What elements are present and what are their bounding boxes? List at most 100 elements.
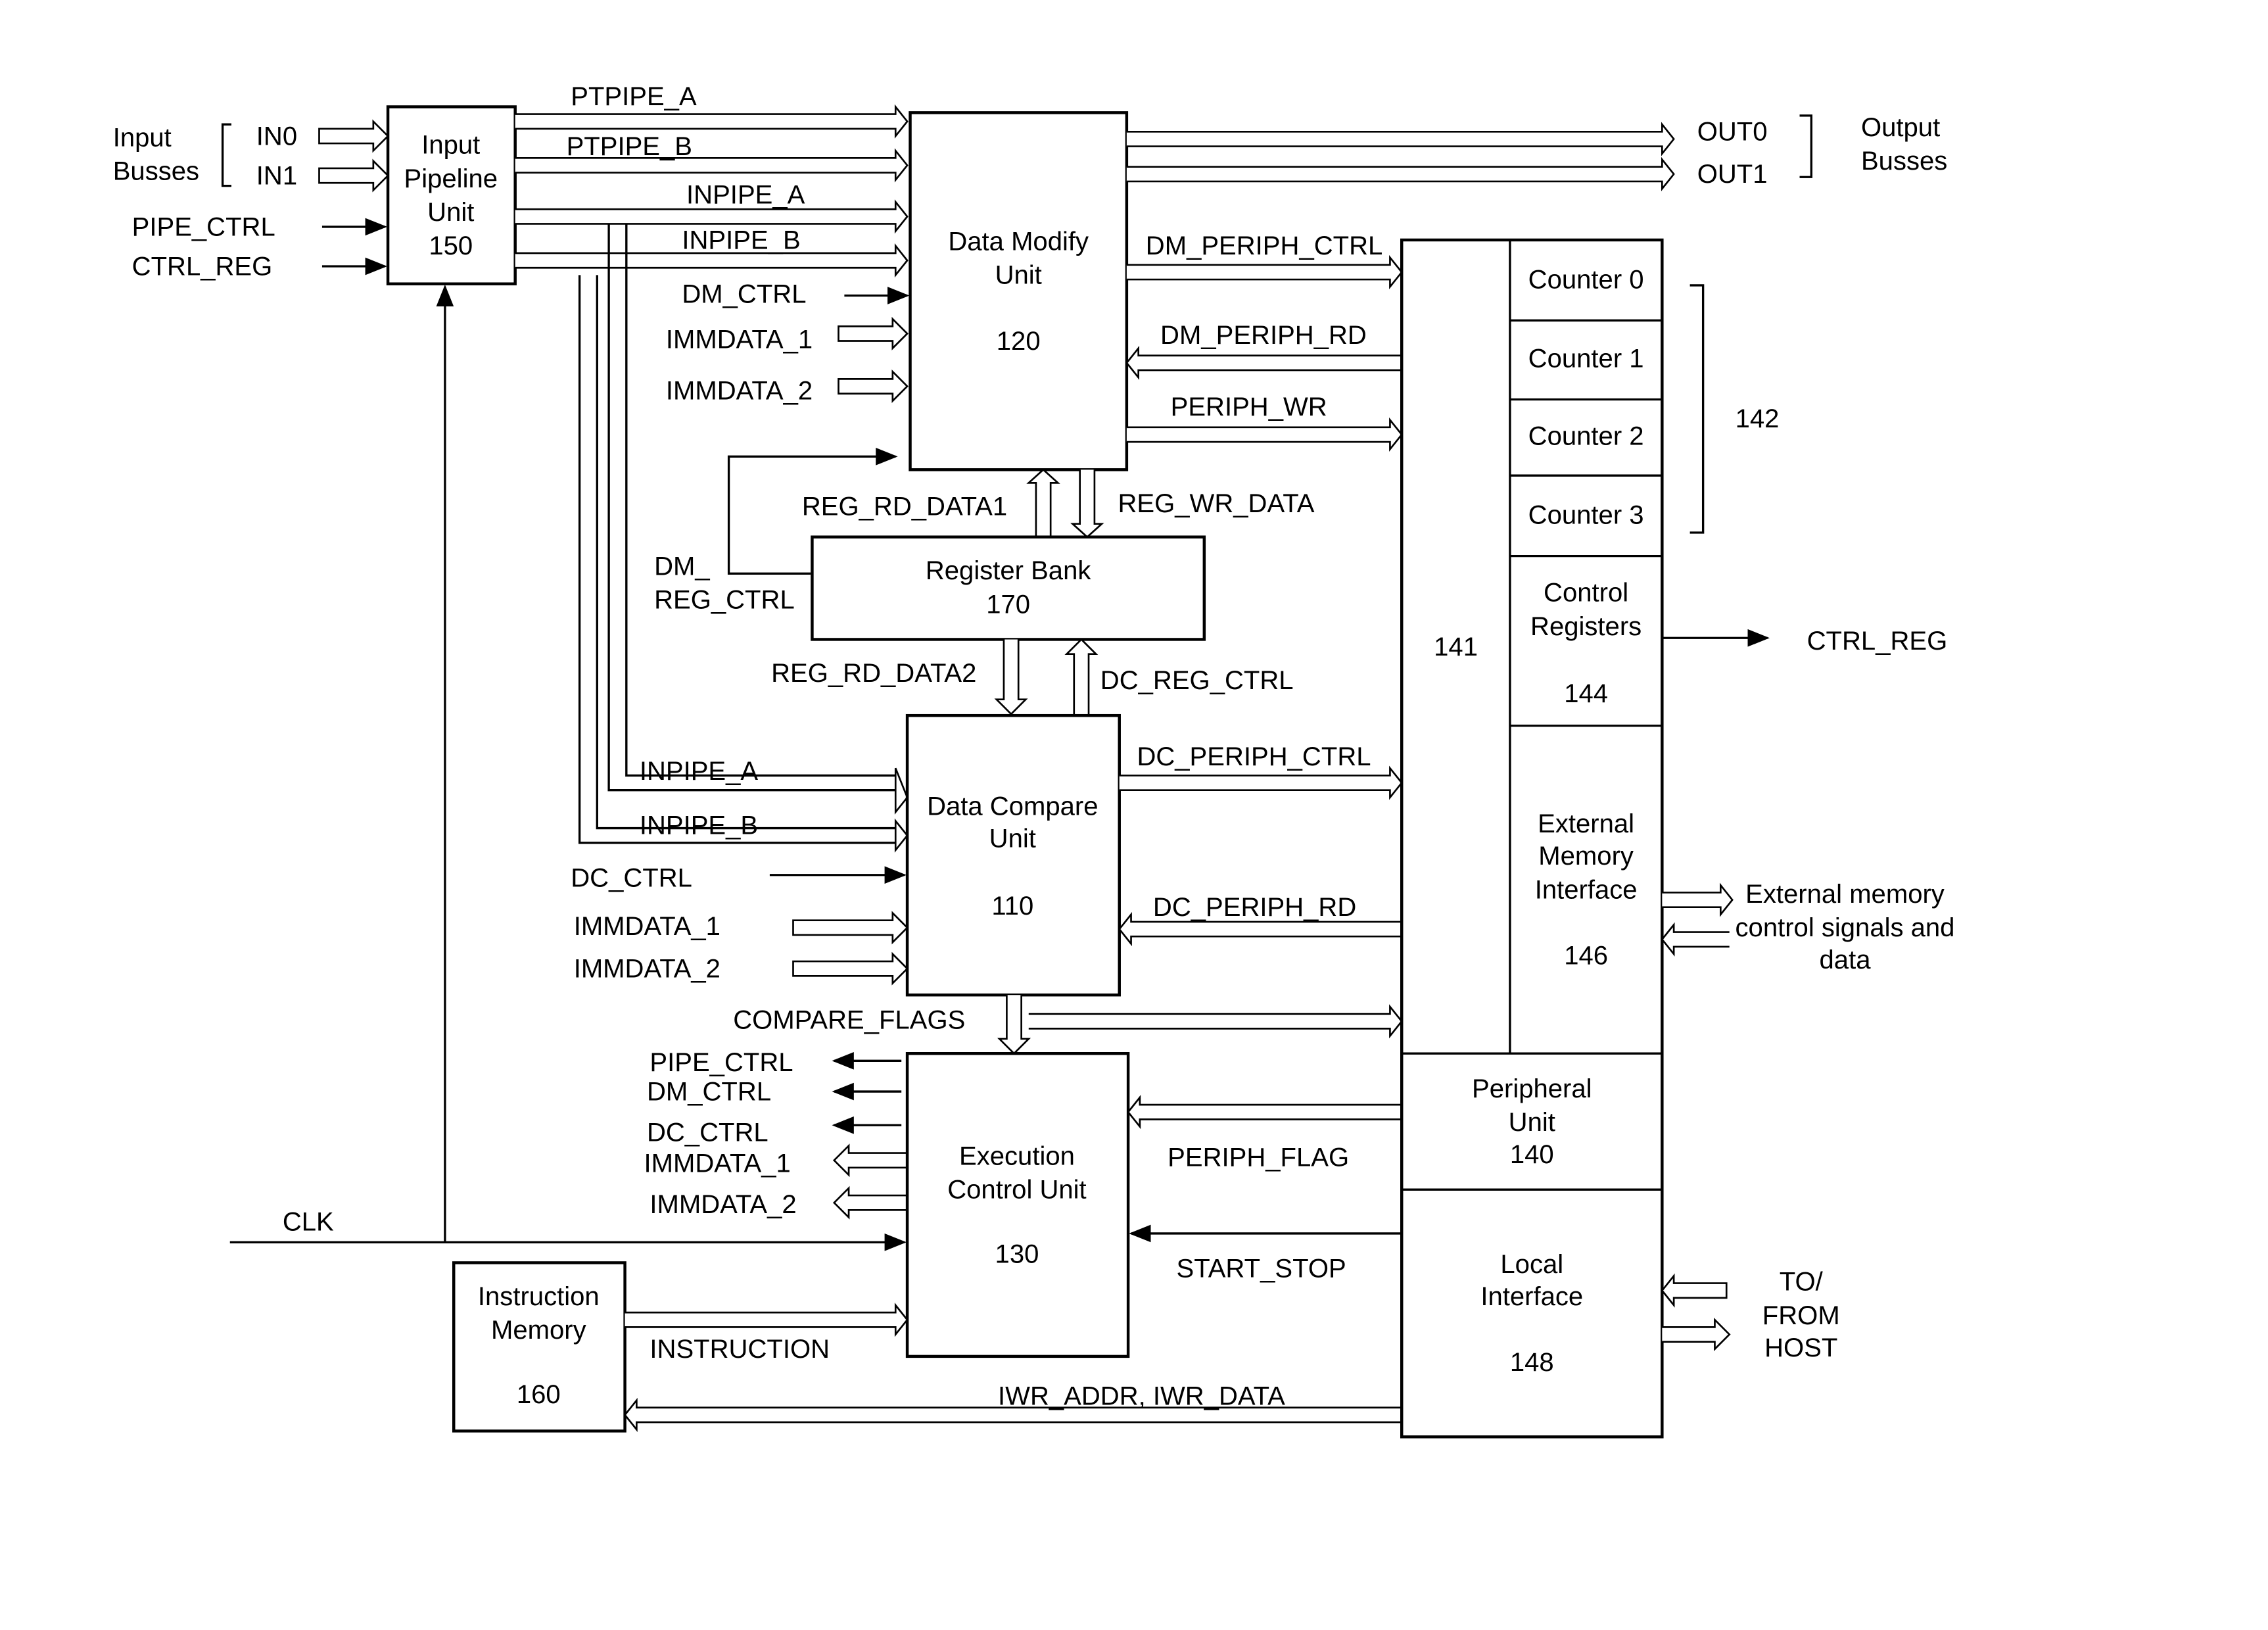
immdata1-dcu-arrow (792, 911, 909, 945)
out1-label: OUT1 (1697, 160, 1768, 189)
counter-0: Counter 0 (1528, 265, 1644, 294)
instruction-memory-title: Instruction (478, 1282, 600, 1311)
execution-control-unit (905, 1052, 1130, 1358)
clk-label: CLK (283, 1207, 334, 1236)
register-bank (811, 535, 1206, 641)
dc-ctrl-label: DC_CTRL (571, 864, 692, 893)
ext-mem-if-title-3: Interface (1535, 875, 1638, 904)
immdata1-dmu-label: IMMDATA_1 (666, 325, 813, 354)
dc-reg-ctrl-bus (1064, 638, 1099, 714)
reg-wr-data-bus (1070, 469, 1104, 539)
output-busses-label-2: Busses (1861, 147, 1947, 176)
periph-wr-label: PERIPH_WR (1171, 393, 1327, 421)
input-busses-label-2: Busses (113, 157, 199, 186)
input-bracket (221, 123, 231, 187)
inpipe-a-label: INPIPE_A (686, 180, 805, 209)
out0-label: OUT0 (1697, 118, 1768, 147)
ptpipe-b-label: PTPIPE_B (567, 132, 692, 161)
local-interface-title: Local (1500, 1250, 1563, 1279)
host-label: TO/ (1780, 1268, 1824, 1297)
inpipe-b-dcu-label: INPIPE_B (640, 811, 758, 840)
data-modify-title: Data Modify (948, 228, 1089, 256)
immdata2-dcu-arrow (792, 951, 909, 986)
dm-ctrl-label: DM_CTRL (682, 280, 806, 309)
ctrl-reg-out-label: CTRL_REG (1807, 627, 1948, 656)
ecu-dc-ctrl-label: DC_CTRL (647, 1118, 768, 1147)
counter-2: Counter 2 (1528, 421, 1644, 450)
periph-flag-label: PERIPH_FLAG (1168, 1143, 1349, 1172)
inpipe-a-dcu-label: INPIPE_A (640, 757, 759, 786)
immdata1-dcu-label: IMMDATA_1 (574, 912, 721, 941)
start-stop-label: START_STOP (1177, 1255, 1346, 1283)
peripheral-unit-title-2: Unit (1509, 1108, 1555, 1137)
pipe-ctrl-label: PIPE_CTRL (132, 212, 275, 241)
dm-periph-ctrl-label: DM_PERIPH_CTRL (1146, 231, 1383, 260)
control-registers-ref: 144 (1564, 679, 1608, 708)
instruction-memory-ref: 160 (517, 1380, 561, 1409)
input-pipeline-ref: 150 (429, 231, 473, 260)
counter-1: Counter 1 (1528, 345, 1644, 373)
instruction-bus (625, 1303, 909, 1337)
input-pipeline-title: Input (421, 131, 480, 160)
dm-periph-rd-bus (1125, 345, 1402, 380)
reg-rd-data1-label: REG_RD_DATA1 (802, 492, 1007, 521)
host-label-3: HOST (1764, 1333, 1837, 1362)
dm-reg-ctrl-label: DM_ (654, 552, 710, 581)
dm-periph-ctrl-bus (1126, 254, 1403, 289)
data-modify-ref: 120 (997, 327, 1041, 356)
dc-reg-ctrl-label: DC_REG_CTRL (1100, 666, 1294, 695)
input-busses-label: Input (113, 124, 172, 153)
reg-wr-data-label: REG_WR_DATA (1118, 489, 1315, 518)
ecu-dm-ctrl-label: DM_CTRL (647, 1077, 771, 1106)
ext-mem-in-bus (1661, 922, 1730, 957)
execution-control-ref: 130 (995, 1239, 1039, 1268)
reg-rd-data1-bus (1026, 468, 1060, 537)
input-pipeline-title-2: Pipeline (404, 164, 498, 193)
iwr-label: IWR_ADDR, IWR_DATA (998, 1381, 1285, 1410)
counter-3: Counter 3 (1528, 501, 1644, 530)
control-registers-title: Control (1544, 579, 1628, 608)
ecu-immdata1-label: IMMDATA_1 (644, 1149, 791, 1178)
register-bank-title: Register Bank (926, 556, 1092, 585)
immdata1-dmu-arrow (838, 316, 909, 350)
peripheral-unit-ref: 140 (1510, 1140, 1554, 1169)
input-pipeline-title-3: Unit (427, 198, 474, 227)
counters-ref-142: 142 (1736, 404, 1780, 433)
immdata2-dmu-arrow (838, 370, 909, 403)
data-compare-unit (905, 713, 1121, 997)
instruction-memory-title-2: Memory (491, 1316, 586, 1345)
immdata2-dmu-label: IMMDATA_2 (666, 377, 813, 406)
inpipe-b-label: INPIPE_B (682, 226, 800, 254)
ecu-pipe-ctrl-label: PIPE_CTRL (650, 1048, 793, 1077)
ext-mem-if-title: External (1538, 809, 1634, 838)
immdata2-dcu-label: IMMDATA_2 (574, 955, 721, 984)
local-interface-ref: 148 (1510, 1348, 1554, 1377)
peripheral-bus-141: 141 (1434, 633, 1478, 661)
data-modify-title-2: Unit (995, 261, 1042, 290)
in0-bus-arrow (318, 119, 389, 153)
ptpipe-a-label: PTPIPE_A (571, 82, 697, 111)
output-bracket (1799, 114, 1812, 178)
data-compare-title: Data Compare (927, 792, 1098, 821)
out1-bus (1126, 156, 1675, 191)
ext-mem-signals-label-3: data (1820, 946, 1872, 974)
ext-mem-signals-label-2: control signals and (1736, 913, 1955, 942)
instruction-label: INSTRUCTION (650, 1335, 830, 1364)
dc-periph-ctrl-label: DC_PERIPH_CTRL (1137, 742, 1371, 771)
output-busses-label: Output (1861, 113, 1940, 142)
execution-control-title-2: Control Unit (947, 1176, 1086, 1205)
ext-mem-if-title-2: Memory (1538, 842, 1634, 871)
host-in-bus (1661, 1273, 1728, 1308)
reg-rd-data2-label: REG_RD_DATA2 (771, 659, 976, 688)
counters-bracket (1689, 284, 1705, 534)
execution-control-title: Execution (959, 1141, 1075, 1170)
block-diagram: Input Busses IN0 IN1 PIPE_CTRL CTRL_REG … (113, 82, 1955, 1439)
ecu-immdata2-label: IMMDATA_2 (650, 1190, 796, 1219)
host-label-2: FROM (1762, 1301, 1840, 1330)
ctrl-reg-label: CTRL_REG (132, 252, 273, 281)
dc-periph-ctrl-bus (1119, 765, 1403, 800)
in0-label: IN0 (256, 122, 297, 151)
ext-mem-if-ref: 146 (1564, 941, 1608, 970)
data-compare-title-2: Unit (989, 824, 1036, 853)
control-registers-title-2: Registers (1530, 612, 1642, 641)
